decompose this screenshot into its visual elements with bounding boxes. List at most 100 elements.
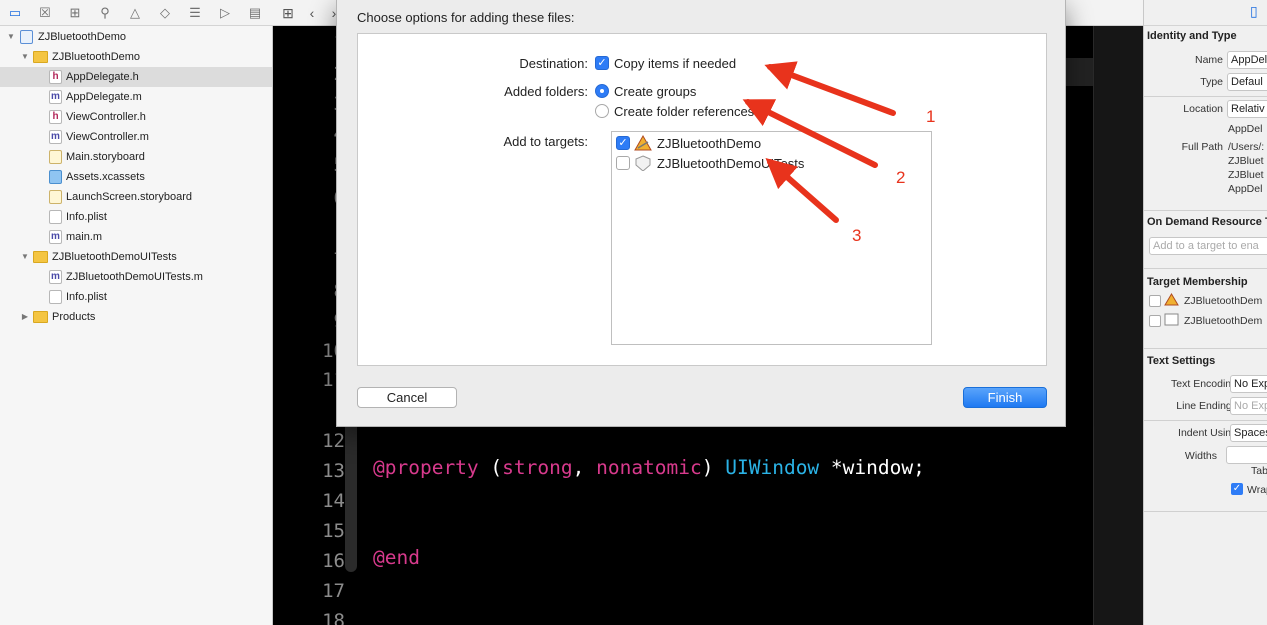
storyboard-file-icon xyxy=(49,150,62,164)
type-select[interactable]: Defaul xyxy=(1227,73,1267,91)
tree-item-group[interactable]: ▶ Products xyxy=(0,307,272,327)
asset-catalog-icon xyxy=(49,170,62,184)
line-number: 14 xyxy=(322,490,345,512)
tree-item-file[interactable]: Info.plist xyxy=(0,207,272,227)
code-line-end[interactable]: @end xyxy=(373,546,420,569)
search-icon[interactable]: ⚲ xyxy=(96,4,114,22)
disclosure-open-icon[interactable]: ▼ xyxy=(6,27,16,47)
plist-file-icon xyxy=(49,210,62,224)
disclosure-closed-icon[interactable]: ▶ xyxy=(20,307,30,327)
tree-item-file[interactable]: LaunchScreen.storyboard xyxy=(0,187,272,207)
target-membership-checkbox[interactable] xyxy=(1149,295,1161,307)
line-endings-select[interactable]: No Exp xyxy=(1230,397,1267,415)
report-icon[interactable]: ▤ xyxy=(246,4,264,22)
tree-item-label: ViewController.h xyxy=(66,111,146,123)
tree-item-group[interactable]: ▼ ZJBluetoothDemo xyxy=(0,47,272,67)
target-membership-checkbox[interactable] xyxy=(1149,315,1161,327)
create-groups-radio[interactable] xyxy=(595,84,609,98)
tree-item-label: ZJBluetoothDemoUITests xyxy=(52,251,177,263)
location-select[interactable]: Relativ xyxy=(1227,100,1267,118)
target-name: ZJBluetoothDemoUITests xyxy=(657,156,805,171)
copy-items-label[interactable]: Copy items if needed xyxy=(614,56,736,71)
app-target-icon xyxy=(634,135,652,151)
line-number: 2 xyxy=(273,63,345,85)
folder-icon[interactable]: ▭ xyxy=(6,4,24,22)
tree-item-project[interactable]: ▼ ZJBluetoothDemo xyxy=(0,27,272,47)
create-groups-label[interactable]: Create groups xyxy=(614,84,696,99)
code-keyword: nonatomic xyxy=(596,456,702,479)
text-encoding-label: Text Encoding xyxy=(1171,378,1237,390)
tree-item-file[interactable]: m ViewController.m xyxy=(0,127,272,147)
debug-icon[interactable]: ☰ xyxy=(186,4,204,22)
annotation-number: 2 xyxy=(896,168,906,187)
line-number-gutter: 1 2 3 4 5 6 7 8 9 10 11 12 13 14 15 16 1… xyxy=(273,26,345,625)
tree-item-file[interactable]: m ZJBluetoothDemoUITests.m xyxy=(0,267,272,287)
line-number: 3 xyxy=(273,93,345,115)
tree-item-file[interactable]: Assets.xcassets xyxy=(0,167,272,187)
code-line-property[interactable]: @property (strong, nonatomic) UIWindow *… xyxy=(373,456,925,479)
odr-tags-field[interactable]: Add to a target to ena xyxy=(1149,237,1267,255)
options-panel: Destination: ✓ Copy items if needed Adde… xyxy=(357,33,1047,366)
tree-item-file[interactable]: m main.m xyxy=(0,227,272,247)
code-keyword: @property xyxy=(373,456,479,479)
code-type: UIWindow xyxy=(725,456,820,479)
add-to-targets-label: Add to targets: xyxy=(503,134,588,149)
folder-icon xyxy=(33,311,48,323)
tree-item-label: AppDelegate.m xyxy=(66,91,142,103)
divider xyxy=(1144,210,1267,211)
full-path-line: ZJBluet xyxy=(1228,169,1264,181)
divider xyxy=(1144,268,1267,269)
warning-icon[interactable]: △ xyxy=(126,4,144,22)
tree-item-label: main.m xyxy=(66,231,103,243)
target-name: ZJBluetoothDemo xyxy=(657,136,762,151)
folder-icon xyxy=(33,51,48,63)
finish-button[interactable]: Finish xyxy=(963,387,1047,408)
breakpoint-icon[interactable]: ▷ xyxy=(216,4,234,22)
test-icon[interactable]: ◇ xyxy=(156,4,174,22)
target-checkbox[interactable] xyxy=(616,156,630,170)
location-file: AppDel xyxy=(1228,123,1263,135)
disclosure-open-icon[interactable]: ▼ xyxy=(20,247,30,267)
line-number: 13 xyxy=(322,460,345,482)
full-path-line: ZJBluet xyxy=(1228,155,1264,167)
file-inspector: ▯ Identity and Type Name AppDel Type Def… xyxy=(1143,0,1267,625)
back-arrow-icon[interactable]: ‹ xyxy=(303,4,321,22)
cancel-button[interactable]: Cancel xyxy=(357,387,457,408)
implementation-file-icon: m xyxy=(49,90,62,104)
tab-width-field[interactable] xyxy=(1226,446,1267,464)
create-folder-references-label[interactable]: Create folder references xyxy=(614,104,754,119)
full-path-line: /Users/: xyxy=(1228,141,1265,153)
tree-item-file[interactable]: Info.plist xyxy=(0,287,272,307)
copy-items-checkbox[interactable]: ✓ xyxy=(595,56,609,70)
tree-item-label: ZJBluetoothDemoUITests.m xyxy=(66,271,203,283)
source-control-icon[interactable]: ☒ xyxy=(36,4,54,22)
text-encoding-select[interactable]: No Exp xyxy=(1230,375,1267,393)
line-number: 17 xyxy=(322,580,345,602)
hierarchy-icon[interactable]: ⊞ xyxy=(66,4,84,22)
text-settings-title: Text Settings xyxy=(1147,355,1216,367)
target-membership-label: ZJBluetoothDem xyxy=(1184,315,1263,327)
code-identifier: *window; xyxy=(819,456,925,479)
tree-item-file[interactable]: h ViewController.h xyxy=(0,107,272,127)
name-field[interactable]: AppDel xyxy=(1227,51,1267,69)
code-punct: ( xyxy=(478,456,503,479)
wrap-lines-checkbox[interactable]: ✓ xyxy=(1231,483,1243,495)
targets-list[interactable]: ✓ ZJBluetoothDemo ZJBluetoothDemoUITests xyxy=(611,131,932,345)
file-inspector-icon[interactable]: ▯ xyxy=(1250,3,1258,20)
header-file-icon: h xyxy=(49,110,62,124)
related-items-icon[interactable]: ⊞ xyxy=(279,4,297,22)
line-number: 6 xyxy=(273,187,345,209)
target-checkbox[interactable]: ✓ xyxy=(616,136,630,150)
create-folder-references-radio[interactable] xyxy=(595,104,609,118)
add-files-options-sheet: Choose options for adding these files: D… xyxy=(336,0,1066,427)
disclosure-open-icon[interactable]: ▼ xyxy=(20,47,30,67)
tree-item-label: ZJBluetoothDemo xyxy=(38,31,127,43)
implementation-file-icon: m xyxy=(49,130,62,144)
tree-item-file[interactable]: m AppDelegate.m xyxy=(0,87,272,107)
tree-item-label: LaunchScreen.storyboard xyxy=(66,191,192,203)
tree-item-file[interactable]: h AppDelegate.h xyxy=(0,67,272,87)
tree-item-group[interactable]: ▼ ZJBluetoothDemoUITests xyxy=(0,247,272,267)
indent-using-select[interactable]: Spaces xyxy=(1230,424,1267,442)
annotation-number: 1 xyxy=(926,107,936,126)
tree-item-file[interactable]: Main.storyboard xyxy=(0,147,272,167)
